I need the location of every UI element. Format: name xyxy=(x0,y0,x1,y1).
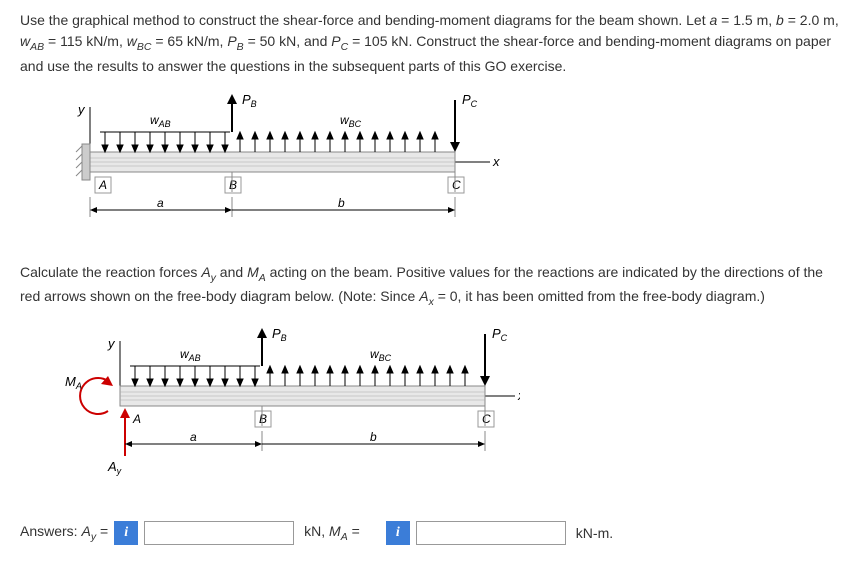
point-c-label: C xyxy=(452,178,461,192)
wbc-label-2: wBC xyxy=(370,347,392,363)
pb-label-2: PB xyxy=(272,326,287,343)
y-axis-label-2: y xyxy=(107,336,116,351)
point-c-label-2: C xyxy=(482,412,491,426)
wab-label-2: wAB xyxy=(180,347,201,363)
ay-input[interactable] xyxy=(144,521,294,545)
point-b-label: B xyxy=(229,178,237,192)
beam-diagram-2: y x wAB xyxy=(60,326,839,501)
wab-label: wAB xyxy=(150,113,171,129)
ma-input[interactable] xyxy=(416,521,566,545)
x-axis-label: x xyxy=(492,154,500,169)
dim-a-label-2: a xyxy=(190,430,197,444)
ay-label: Ay xyxy=(107,459,122,476)
unit-kn: kN, MA = xyxy=(304,523,360,543)
answers-prefix: Answers: Ay = xyxy=(20,523,108,543)
x-axis-label-2: x xyxy=(517,388,520,403)
instruction-text: Calculate the reaction forces Ay and MA … xyxy=(20,262,839,311)
answers-row: Answers: Ay = i kN, MA = i kN-m. xyxy=(20,521,839,545)
info-icon[interactable]: i xyxy=(114,521,138,545)
point-b-label-2: B xyxy=(259,412,267,426)
y-axis-label: y xyxy=(77,102,86,117)
pc-label-2: PC xyxy=(492,326,508,343)
beam-diagram-1: y x wAB xyxy=(60,92,839,242)
dim-b-label-2: b xyxy=(370,430,377,444)
ma-label: MA xyxy=(65,374,82,391)
problem-statement: Use the graphical method to construct th… xyxy=(20,10,839,77)
info-icon[interactable]: i xyxy=(386,521,410,545)
diagram-2-svg: y x wAB xyxy=(60,326,520,501)
point-a-label: A xyxy=(98,178,107,192)
pb-label: PB xyxy=(242,92,257,109)
wbc-label: wBC xyxy=(340,113,362,129)
unit-knm: kN-m. xyxy=(576,525,613,541)
diagram-1-svg: y x wAB xyxy=(60,92,500,242)
dim-b-label: b xyxy=(338,196,345,210)
pc-label: PC xyxy=(462,92,478,109)
point-a-label-2: A xyxy=(132,412,141,426)
dim-a-label: a xyxy=(157,196,164,210)
